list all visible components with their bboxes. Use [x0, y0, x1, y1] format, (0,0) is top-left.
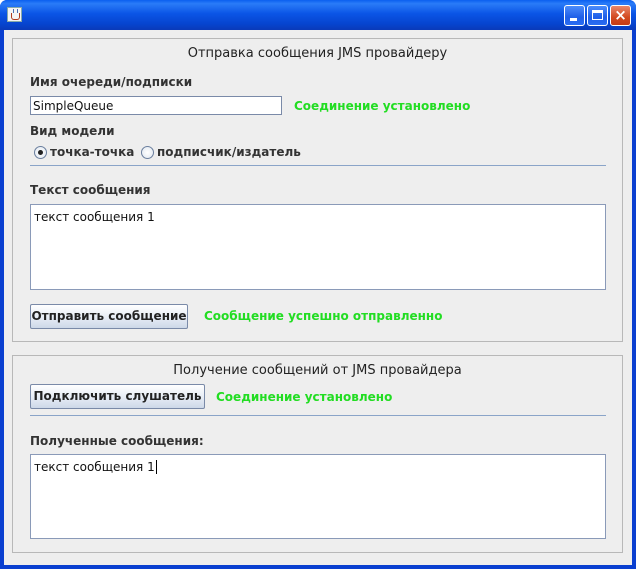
received-label: Полученные сообщения: [30, 434, 204, 448]
radio-point-to-point[interactable] [34, 146, 47, 159]
close-icon: × [614, 6, 627, 24]
radio-pub-sub[interactable] [141, 146, 154, 159]
connect-listener-button[interactable]: Подключить слушатель [30, 384, 205, 409]
send-connection-status: Соединение установлено [294, 99, 471, 113]
send-panel-divider [30, 165, 606, 166]
minimize-icon [570, 18, 577, 21]
maximize-icon [592, 10, 603, 20]
receive-connection-status: Соединение установлено [216, 390, 393, 404]
window-content: Отправка сообщения JMS провайдеру Имя оч… [4, 30, 632, 565]
queue-label: Имя очереди/подписки [30, 75, 193, 89]
title-bar[interactable]: × [0, 0, 636, 30]
app-window: × Отправка сообщения JMS провайдеру Имя … [0, 0, 636, 569]
received-messages-textarea[interactable]: текст сообщения 1 [30, 454, 606, 539]
send-panel: Отправка сообщения JMS провайдеру Имя оч… [12, 38, 623, 342]
receive-panel-title: Получение сообщений от JMS провайдера [173, 363, 462, 378]
queue-name-input[interactable]: SimpleQueue [30, 96, 282, 115]
radio-point-to-point-label[interactable]: точка-точка [50, 145, 134, 159]
radio-selected-dot [38, 150, 43, 155]
text-caret [155, 460, 157, 474]
close-button[interactable]: × [610, 5, 631, 26]
java-cup-icon[interactable] [7, 7, 22, 22]
radio-pub-sub-label[interactable]: подписчик/издатель [157, 145, 301, 159]
minimize-button[interactable] [564, 5, 585, 26]
message-textarea[interactable]: текст сообщения 1 [30, 204, 606, 290]
receive-panel: Получение сообщений от JMS провайдера По… [12, 355, 623, 553]
send-result-status: Сообщение успешно отправленно [204, 309, 443, 323]
send-panel-title: Отправка сообщения JMS провайдеру [187, 46, 448, 61]
message-label: Текст сообщения [30, 183, 151, 197]
maximize-button[interactable] [587, 5, 608, 26]
model-label: Вид модели [30, 124, 115, 138]
received-message-text: текст сообщения 1 [34, 460, 155, 474]
receive-panel-divider [30, 415, 606, 416]
send-message-button[interactable]: Отправить сообщение [30, 304, 188, 329]
